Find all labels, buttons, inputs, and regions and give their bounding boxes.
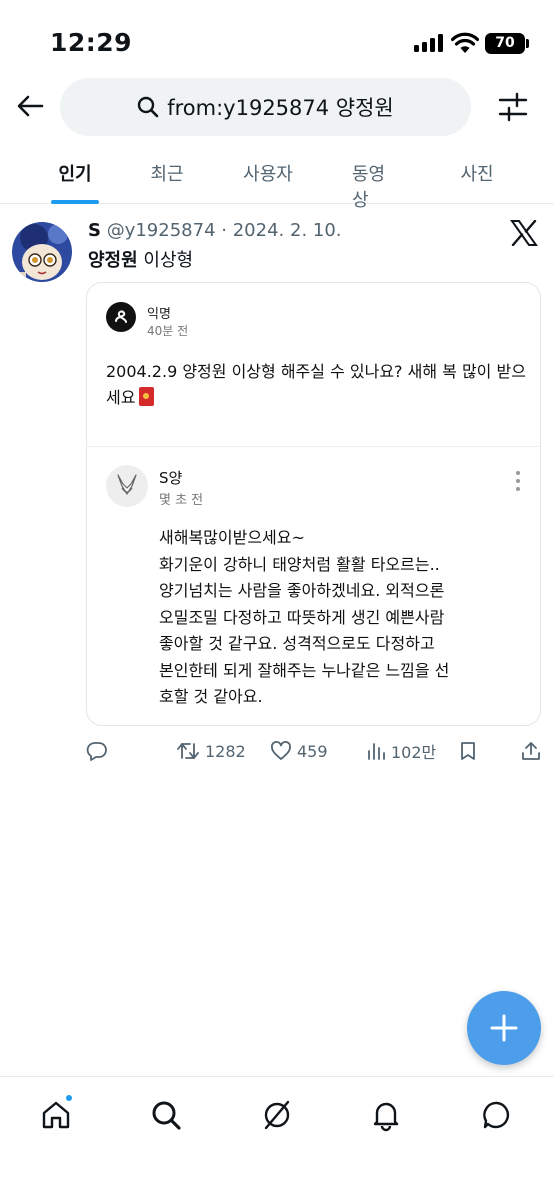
wifi-icon: [451, 32, 479, 53]
tweet-image-card[interactable]: 익명 40분 전 2004.2.9 양정원 이상형 해주실 수 있나요? 새해 …: [86, 282, 541, 726]
horned-mask-icon: [117, 474, 137, 495]
search-filter-button[interactable]: [494, 88, 532, 126]
answer-text: 새해복많이받으세요~ 화기운이 강하니 태양처럼 활활 타오르는.. 양기넘치는…: [159, 528, 450, 706]
arrow-left-icon: [17, 95, 44, 117]
tab-videos[interactable]: 동영상: [352, 150, 400, 211]
reply-icon: [86, 742, 107, 761]
bookmark-button[interactable]: [458, 736, 478, 766]
search-tabs: 인기 최근 사용자 동영상 사진: [0, 150, 554, 211]
heart-icon: [271, 741, 291, 760]
question-text: 2004.2.9 양정원 이상형 해주실 수 있나요? 새해 복 많이 받으세요: [106, 362, 526, 407]
answer-author: S양: [159, 469, 183, 487]
author-handle[interactable]: @y1925874: [107, 220, 216, 241]
retweet-count: 1282: [205, 741, 246, 761]
retweet-icon: [177, 743, 199, 759]
analytics-icon: [368, 743, 385, 760]
anonymous-avatar: [106, 302, 136, 332]
nav-explore[interactable]: [146, 1095, 186, 1135]
reply-button[interactable]: [86, 736, 108, 766]
tweet-date[interactable]: 2024. 2. 10.: [233, 220, 342, 241]
search-query: from:y1925874 양정원: [167, 96, 394, 120]
compose-button[interactable]: [467, 991, 541, 1065]
tweet-header: S @y1925874 · 2024. 2. 10.: [88, 220, 342, 241]
share-button[interactable]: [520, 736, 542, 766]
question-author: 익명: [147, 307, 171, 322]
tab-top[interactable]: 인기: [0, 150, 150, 204]
retweet-button[interactable]: 1282: [176, 736, 246, 766]
plus-icon: [490, 1014, 518, 1042]
author-name[interactable]: S: [88, 220, 101, 241]
like-button[interactable]: 459: [270, 736, 328, 766]
cellular-signal-icon: [414, 34, 444, 52]
tweet-actions: 1282 459 102만: [86, 736, 546, 766]
home-notification-dot: [64, 1093, 74, 1103]
status-bar: 12:29 70: [0, 0, 554, 80]
nav-home[interactable]: [36, 1093, 76, 1135]
answer-time: 몇 초 전: [159, 493, 204, 508]
nav-grok[interactable]: [257, 1095, 297, 1135]
author-avatar[interactable]: [12, 222, 72, 282]
bookmark-icon: [461, 742, 475, 760]
nav-messages[interactable]: [477, 1095, 517, 1135]
view-count: 102만: [391, 743, 437, 762]
chat-bubble-icon: [483, 1101, 510, 1129]
dot-separator: ·: [221, 220, 227, 241]
card-divider: [87, 446, 540, 447]
battery-indicator: 70: [485, 33, 525, 54]
sliders-icon: [498, 92, 528, 122]
tweet-text-highlight: 양정원: [88, 250, 138, 271]
search-icon: [138, 96, 159, 118]
bottom-navigation: [0, 1076, 554, 1200]
tab-photos[interactable]: 사진: [400, 150, 554, 204]
more-options-icon: [511, 471, 525, 491]
views-button[interactable]: 102만: [366, 736, 436, 766]
question-time: 40분 전: [147, 324, 189, 338]
share-icon: [522, 742, 540, 760]
grok-icon: [264, 1100, 290, 1130]
nav-notifications[interactable]: [366, 1095, 406, 1135]
tab-people[interactable]: 사용자: [184, 150, 352, 204]
bell-icon: [373, 1102, 399, 1132]
tab-latest[interactable]: 최근: [150, 150, 184, 204]
search-field[interactable]: from:y1925874 양정원: [60, 78, 471, 136]
anonymous-logo-icon: [115, 310, 127, 323]
red-envelope-icon: [139, 387, 155, 406]
answer-author-avatar: [106, 465, 148, 507]
battery-tip: [526, 39, 529, 48]
tweet-text: 양정원 이상형: [88, 246, 193, 272]
search-icon: [152, 1101, 181, 1130]
like-count: 459: [297, 741, 328, 761]
tweet-text-rest: 이상형: [137, 250, 194, 271]
x-logo-icon: [510, 220, 538, 246]
back-button[interactable]: [12, 88, 48, 124]
home-icon: [42, 1101, 70, 1129]
status-time: 12:29: [50, 28, 133, 57]
